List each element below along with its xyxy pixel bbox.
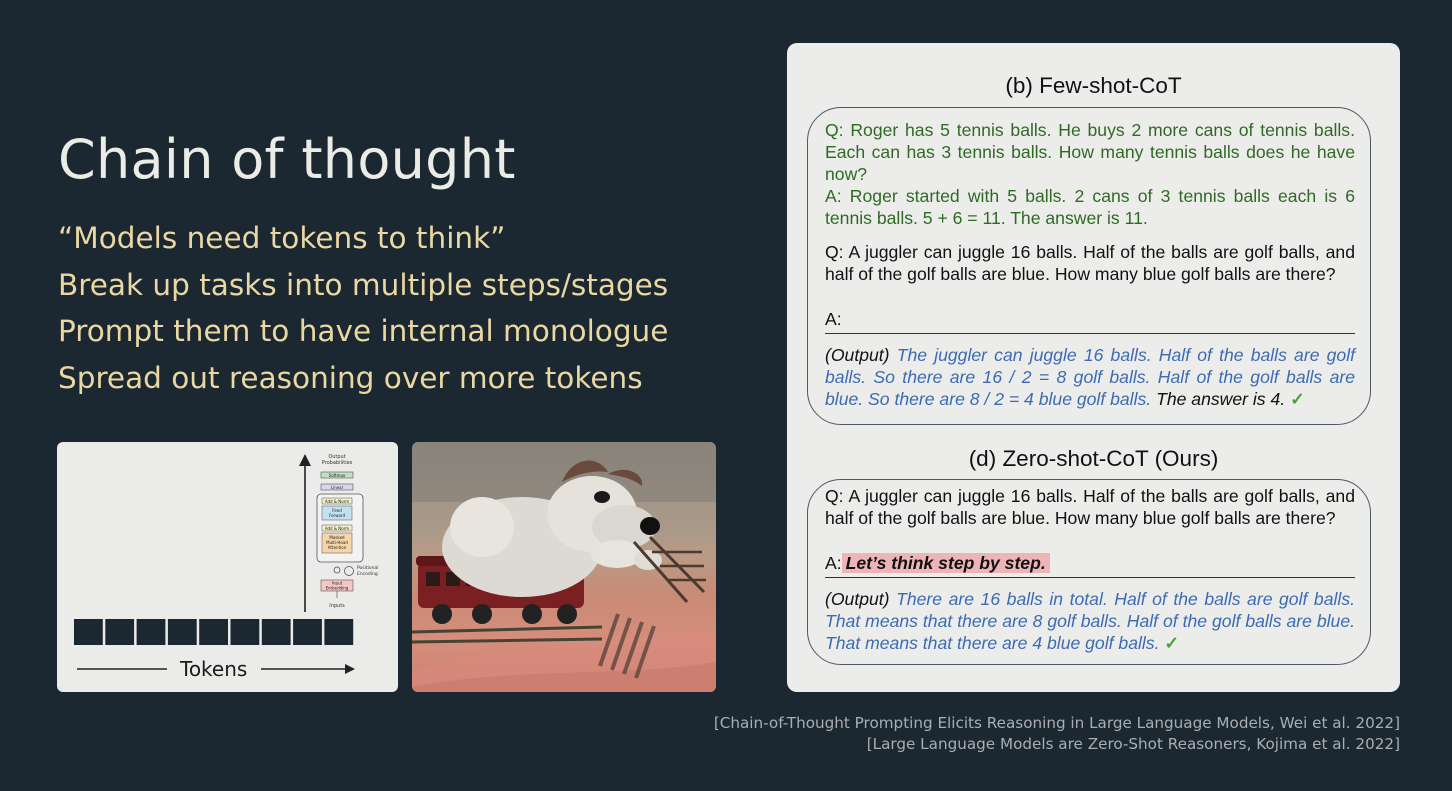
- zero-shot-question: Q: A juggler can juggle 16 balls. Half o…: [825, 486, 1355, 529]
- linear-label: Linear: [331, 485, 344, 490]
- citation: [Chain-of-Thought Prompting Elicits Reas…: [713, 714, 1400, 732]
- token-row: [74, 619, 354, 645]
- bullet-item: “Models need tokens to think”: [58, 221, 506, 255]
- add-norm-label: Add & Norm: [325, 526, 349, 531]
- transformer-diagram: Output Probabilities Softmax Linear Add …: [74, 454, 379, 674]
- softmax-label: Softmax: [329, 473, 346, 478]
- few-shot-example-answer: A: Roger started with 5 balls. 2 cans of…: [825, 186, 1355, 229]
- token-box: [230, 619, 260, 645]
- check-icon: ✓: [1290, 389, 1305, 410]
- output-label: (Output): [825, 589, 890, 609]
- transformer-diagram-panel: Output Probabilities Softmax Linear Add …: [57, 442, 398, 692]
- output-label: Probabilities: [322, 460, 353, 466]
- bullet-item: Break up tasks into multiple steps/stage…: [58, 267, 669, 302]
- few-shot-output: (Output) The juggler can juggle 16 balls…: [825, 344, 1355, 411]
- citation: [Large Language Models are Zero-Shot Rea…: [866, 735, 1400, 753]
- zero-shot-output-text: There are 16 balls in total. Half of the…: [825, 589, 1356, 654]
- few-shot-answer-prompt: A:: [825, 309, 842, 329]
- token-box: [199, 619, 228, 645]
- few-shot-output-answer: The answer is 4.: [1156, 389, 1286, 410]
- cot-figure-panel: (b) Few-shot-CoT Q: Roger has 5 tennis b…: [787, 43, 1400, 692]
- answer-prefix: A:: [825, 553, 842, 573]
- divider: [825, 333, 1355, 334]
- positional-encoding-label: Encoding: [357, 571, 378, 577]
- feed-forward-label: Forward: [329, 513, 346, 518]
- output-label: (Output): [825, 345, 890, 365]
- token-box: [324, 619, 354, 645]
- sine-wave-icon: [344, 566, 354, 576]
- inputs-label: Inputs: [329, 603, 345, 609]
- tokens-label: Tokens: [180, 657, 248, 681]
- token-box: [136, 619, 166, 645]
- divider: [825, 577, 1355, 578]
- zero-shot-output: (Output) There are 16 balls in total. Ha…: [825, 588, 1355, 655]
- add-norm-label: Add & Norm: [325, 499, 349, 504]
- token-box: [167, 619, 197, 645]
- slide-title: Chain of thought: [58, 128, 516, 191]
- clay-dog-train-illustration: [412, 442, 716, 692]
- few-shot-example-question: Q: Roger has 5 tennis balls. He buys 2 m…: [825, 120, 1355, 185]
- token-box: [105, 619, 135, 645]
- token-box: [74, 619, 103, 645]
- few-shot-question: Q: A juggler can juggle 16 balls. Half o…: [825, 242, 1355, 285]
- positional-encoding-label: Positional: [357, 565, 379, 571]
- lets-think-step-by-step-highlight: Let’s think step by step.: [841, 553, 1050, 573]
- add-icon: [333, 566, 341, 574]
- bullet-item: Prompt them to have internal monologue: [58, 314, 669, 348]
- bullet-item: Spread out reasoning over more tokens: [58, 360, 643, 395]
- input-embedding-label: Embedding: [326, 586, 349, 591]
- zero-shot-cot-title: (d) Zero-shot-CoT (Ours): [968, 446, 1219, 471]
- zero-shot-answer-prompt: A: Let’s think step by step.: [825, 552, 1355, 574]
- check-icon: ✓: [1164, 633, 1180, 654]
- masked-attention-label: Attention: [328, 545, 347, 550]
- clay-train-photo: [412, 442, 716, 692]
- token-box: [293, 619, 322, 645]
- few-shot-cot-title: (b) Few-shot-CoT: [1005, 73, 1182, 98]
- token-box: [261, 619, 291, 645]
- bullet-list: “Models need tokens to think” Break up t…: [58, 218, 668, 404]
